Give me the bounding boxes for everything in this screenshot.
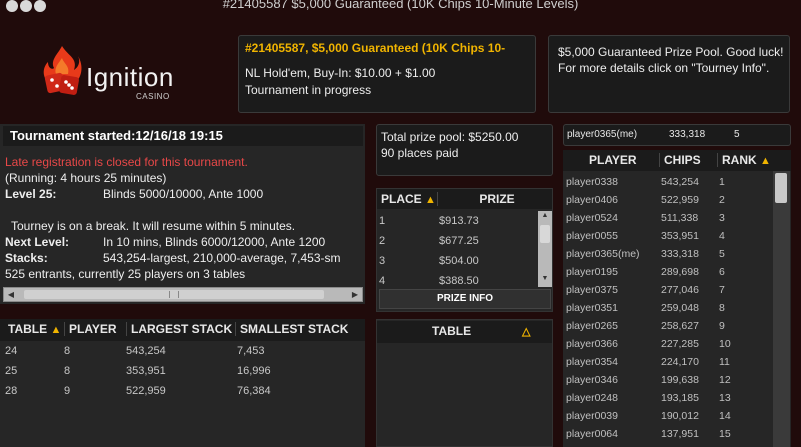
column-header-player[interactable]: PLAYER: [64, 322, 117, 336]
logo-subtitle: CASINO: [136, 92, 170, 101]
next-level-value: In 10 mins, Blinds 6000/12000, Ante 1200: [103, 235, 326, 249]
table-list-header: TABLE △: [377, 321, 552, 343]
my-chips: 333,318: [669, 129, 706, 140]
prize-row[interactable]: 3 $504.00: [377, 251, 537, 271]
tournament-info-box: $5,000 Guaranteed Prize Pool. Good luck!…: [548, 35, 790, 113]
table-cell[interactable]: 76,384: [237, 385, 271, 397]
prize-info-button[interactable]: PRIZE INFO: [379, 289, 551, 309]
scroll-right-icon[interactable]: ▶: [349, 289, 361, 300]
my-player-name: player0365(me): [567, 129, 638, 140]
prize-row[interactable]: 1 $913.73: [377, 211, 537, 231]
places-paid: 90 places paid: [381, 146, 459, 160]
tournament-details-body: Late registration is closed for this tou…: [3, 148, 363, 308]
prize-header: PLACE ▲ PRIZE: [377, 189, 552, 209]
tournament-started-header: Tournament started:12/16/18 19:15: [3, 126, 363, 146]
level-label: Level 25:: [5, 187, 57, 201]
player-row[interactable]: player0265 258,627 9: [563, 317, 775, 335]
tournament-game-buyin: NL Hold'em, Buy-In: $10.00 + $1.00: [245, 66, 436, 80]
scrollbar-thumb[interactable]: [24, 290, 324, 299]
scroll-left-icon[interactable]: ◀: [5, 289, 17, 300]
prize-panel: PLACE ▲ PRIZE 1 $913.73 2 $677.25 3 $504.00…: [376, 188, 553, 312]
table-cell[interactable]: 7,453: [237, 345, 265, 357]
column-header-table[interactable]: TABLE ▲: [8, 322, 61, 336]
player-row[interactable]: player0055 353,951 4: [563, 227, 775, 245]
column-header-chips[interactable]: CHIPS: [659, 153, 701, 167]
ignition-logo: Ignition CASINO: [40, 44, 190, 106]
sort-asc-icon: △: [522, 326, 531, 338]
scroll-up-icon[interactable]: ▲: [539, 212, 551, 222]
sort-asc-icon: ▲: [425, 194, 436, 206]
next-level-label: Next Level:: [5, 235, 70, 249]
table-cell[interactable]: 353,951: [126, 365, 166, 377]
players-panel: PLAYER CHIPS RANK ▲ player0338 543,254 1 p…: [563, 150, 791, 447]
details-horizontal-scrollbar[interactable]: ◀ ▶: [3, 287, 363, 302]
flame-dice-icon: [43, 46, 82, 95]
entrants-summary: 525 entrants, currently 25 players on 3 …: [5, 267, 246, 281]
tournament-info-text: $5,000 Guaranteed Prize Pool. Good luck!…: [558, 45, 784, 75]
player-row[interactable]: player0365(me) 333,318 5: [563, 245, 775, 263]
tables-header: TABLE ▲ PLAYER LARGEST STACK SMALLEST ST…: [0, 319, 365, 341]
window-title: #21405587 $5,000 Guaranteed (10K Chips 1…: [222, 0, 579, 11]
player-row[interactable]: player0039 190,012 14: [563, 407, 775, 425]
player-row[interactable]: player0354 224,170 11: [563, 353, 775, 371]
tournament-summary-box: #21405587, $5,000 Guaranteed (10K Chips …: [238, 35, 536, 113]
table-cell[interactable]: 28: [5, 385, 17, 397]
running-time: (Running: 4 hours 25 minutes): [5, 171, 167, 185]
table-cell[interactable]: 8: [64, 365, 70, 377]
table-cell[interactable]: 24: [5, 345, 17, 357]
prize-pool-box: Total prize pool: $5250.00 90 places pai…: [376, 124, 553, 176]
players-header: PLAYER CHIPS RANK ▲: [563, 150, 791, 171]
sort-asc-icon: ▲: [50, 324, 62, 336]
table-cell[interactable]: 8: [64, 345, 70, 357]
prize-vertical-scrollbar[interactable]: ▲ ▼: [538, 211, 552, 287]
column-header-player[interactable]: PLAYER: [589, 153, 637, 167]
column-header-prize[interactable]: PRIZE: [437, 192, 552, 206]
window-titlebar: #21405587 $5,000 Guaranteed (10K Chips 1…: [0, 0, 801, 14]
next-level-row: Next Level: In 10 mins, Blinds 6000/1200…: [5, 234, 363, 250]
break-message: Tourney is on a break. It will resume wi…: [11, 219, 296, 233]
tournament-details-panel: Tournament started:12/16/18 19:15 Late r…: [0, 124, 365, 304]
stacks-label: Stacks:: [5, 251, 48, 265]
players-vertical-scrollbar[interactable]: [773, 171, 790, 447]
late-registration-notice: Late registration is closed for this tou…: [5, 155, 248, 169]
table-cell[interactable]: 16,996: [237, 365, 271, 377]
table-cell[interactable]: 25: [5, 365, 17, 377]
tables-panel: TABLE ▲ PLAYER LARGEST STACK SMALLEST ST…: [0, 319, 365, 447]
table-cell[interactable]: 543,254: [126, 345, 166, 357]
column-header-table-list[interactable]: TABLE: [432, 324, 471, 338]
column-header-rank[interactable]: RANK ▲: [717, 153, 771, 167]
my-rank: 5: [734, 129, 740, 140]
player-row[interactable]: player0338 543,254 1: [563, 173, 775, 191]
player-row[interactable]: player0366 227,285 10: [563, 335, 775, 353]
column-header-place[interactable]: PLACE ▲: [381, 192, 436, 206]
scroll-down-icon[interactable]: ▼: [539, 275, 551, 285]
total-prize-pool: Total prize pool: $5250.00: [381, 130, 519, 144]
logo-wordmark: Ignition: [86, 62, 174, 92]
tournament-status: Tournament in progress: [245, 83, 372, 97]
column-header-largest-stack[interactable]: LARGEST STACK: [126, 322, 232, 336]
level-value: Blinds 5000/10000, Ante 1000: [103, 187, 264, 201]
prize-row[interactable]: 4 $388.50: [377, 271, 537, 287]
player-row[interactable]: player0406 522,959 2: [563, 191, 775, 209]
table-cell[interactable]: 522,959: [126, 385, 166, 397]
column-header-smallest-stack[interactable]: SMALLEST STACK: [235, 322, 348, 336]
player-row[interactable]: player0346 199,638 12: [563, 371, 775, 389]
my-player-summary: player0365(me) 333,318 5: [563, 124, 791, 146]
player-row[interactable]: player0248 193,185 13: [563, 389, 775, 407]
table-list-panel: TABLE △: [376, 319, 553, 447]
stacks-row: Stacks: 543,254-largest, 210,000-average…: [5, 250, 363, 266]
scrollbar-thumb[interactable]: [540, 225, 550, 243]
player-row[interactable]: player0064 137,951 15: [563, 425, 775, 443]
prize-row[interactable]: 2 $677.25: [377, 231, 537, 251]
sort-asc-icon: ▲: [760, 155, 771, 167]
level-row: Level 25: Blinds 5000/10000, Ante 1000: [5, 186, 363, 202]
player-row[interactable]: player0195 289,698 6: [563, 263, 775, 281]
scrollbar-thumb[interactable]: [775, 173, 787, 203]
tournament-name: #21405587, $5,000 Guaranteed (10K Chips …: [245, 41, 506, 55]
player-row[interactable]: player0524 511,338 3: [563, 209, 775, 227]
player-row[interactable]: player0351 259,048 8: [563, 299, 775, 317]
player-row[interactable]: player0375 277,046 7: [563, 281, 775, 299]
table-cell[interactable]: 9: [64, 385, 70, 397]
stacks-value: 543,254-largest, 210,000-average, 7,453-…: [103, 251, 341, 265]
